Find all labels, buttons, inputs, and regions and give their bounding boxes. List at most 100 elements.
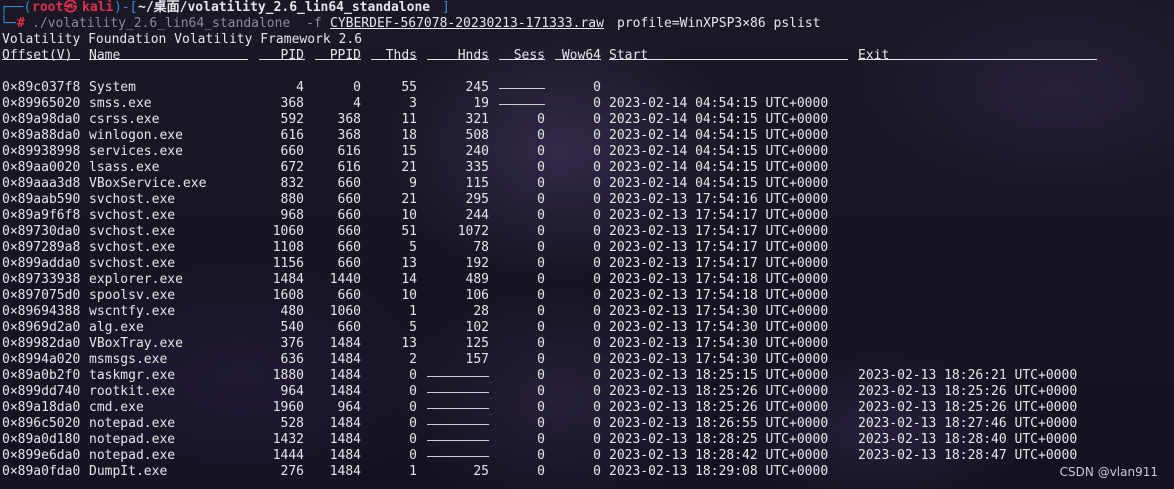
cell-thds: 0 — [409, 368, 417, 383]
header-underline — [555, 59, 601, 60]
cell-thds: 21 — [401, 160, 417, 175]
cell-ppid: 660 — [337, 192, 361, 207]
cell-hnds: 115 — [465, 176, 489, 191]
cell-hnds-empty-dash — [427, 440, 489, 441]
cell-start: 2023-02-13 18:26:55 UTC+0000 — [609, 416, 829, 431]
cell-sess-empty-dash — [499, 88, 545, 89]
cell-thds: 10 — [401, 208, 417, 223]
cell-hnds: 102 — [465, 320, 489, 335]
cell-hnds: 244 — [465, 208, 489, 223]
cell-hnds: 295 — [465, 192, 489, 207]
cell-wow64: 0 — [593, 80, 601, 95]
cell-exit: 2023-02-13 18:28:40 UTC+0000 — [858, 432, 1078, 447]
cell-sess: 0 — [537, 272, 545, 287]
cell-wow64: 0 — [593, 144, 601, 159]
header-underline — [315, 59, 361, 60]
cell-wow64: 0 — [593, 352, 601, 367]
cell-start: 2023-02-13 17:54:17 UTC+0000 — [609, 224, 829, 239]
cell-thds: 55 — [401, 80, 417, 95]
cell-ppid: 1484 — [329, 416, 361, 431]
banner-text: Volatility Foundation Volatility Framewo… — [2, 32, 363, 47]
cell-ppid: 660 — [337, 288, 361, 303]
cell-offset: 0×897075d0 — [2, 288, 81, 303]
cell-offset: 0×899adda0 — [2, 256, 81, 271]
cell-ppid: 660 — [337, 208, 361, 223]
cell-wow64: 0 — [593, 272, 601, 287]
cell-sess: 0 — [537, 240, 545, 255]
cell-hnds: 1072 — [457, 224, 489, 239]
cell-pid: 968 — [280, 208, 304, 223]
cell-thds: 0 — [409, 384, 417, 399]
cell-wow64: 0 — [593, 224, 601, 239]
cell-wow64: 0 — [593, 432, 601, 447]
command-args: profile=WinXPSP3×86 pslist — [617, 16, 821, 31]
cell-ppid: 0 — [353, 80, 361, 95]
cell-sess: 0 — [537, 128, 545, 143]
cell-wow64: 0 — [593, 336, 601, 351]
cell-ppid: 1060 — [329, 304, 361, 319]
cell-sess: 0 — [537, 224, 545, 239]
cell-sess: 0 — [537, 304, 545, 319]
cell-pid: 540 — [280, 320, 304, 335]
cell-name: System — [89, 80, 136, 95]
cell-hnds: 321 — [465, 112, 489, 127]
cell-offset: 0×89733938 — [2, 272, 81, 287]
cell-thds: 51 — [401, 224, 417, 239]
cell-start: 2023-02-13 17:54:30 UTC+0000 — [609, 336, 829, 351]
cell-hnds: 335 — [465, 160, 489, 175]
cell-exit: 2023-02-13 18:25:26 UTC+0000 — [858, 400, 1078, 415]
cell-name: csrss.exe — [89, 112, 160, 127]
cell-pid: 376 — [280, 336, 304, 351]
cell-sess: 0 — [537, 288, 545, 303]
table-row: 0×89aab590 svchost.exe 880 660 21 295 0 0 2023-0… — [0, 192, 1174, 208]
cell-ppid: 368 — [337, 128, 361, 143]
cell-sess: 0 — [537, 336, 545, 351]
cell-ppid: 1484 — [329, 448, 361, 463]
cell-pid: 480 — [280, 304, 304, 319]
cell-pid: 964 — [280, 384, 304, 399]
cell-start: 2023-02-13 17:54:17 UTC+0000 — [609, 208, 829, 223]
cell-ppid: 368 — [337, 112, 361, 127]
cell-pid: 4 — [296, 80, 304, 95]
command-line[interactable]: └─ # ./volatility_2.6_lin64_standalone -f CY… — [0, 16, 1174, 32]
cell-hnds: 125 — [465, 336, 489, 351]
header-underline — [858, 59, 1097, 60]
cell-offset: 0×89aa0020 — [2, 160, 81, 175]
cell-offset: 0×89938998 — [2, 144, 81, 159]
cell-pid: 1484 — [272, 272, 304, 287]
cell-thds: 13 — [401, 256, 417, 271]
cell-ppid: 1484 — [329, 368, 361, 383]
cell-sess: 0 — [537, 416, 545, 431]
table-row: 0×897289a8 svchost.exe 1108 660 5 78 0 0 2023-02… — [0, 240, 1174, 256]
watermark: CSDN @vlan911 — [1059, 465, 1158, 479]
cell-thds: 5 — [409, 320, 417, 335]
cell-pid: 1444 — [272, 448, 304, 463]
cell-pid: 616 — [280, 128, 304, 143]
table-row: 0×89c037f8 System 4 0 55 245 0 — [0, 80, 1174, 96]
cell-ppid: 660 — [337, 320, 361, 335]
cell-start: 2023-02-13 18:25:26 UTC+0000 — [609, 384, 829, 399]
cell-sess: 0 — [537, 256, 545, 271]
prompt-at: ㉿ — [64, 0, 78, 15]
cell-thds: 14 — [401, 272, 417, 287]
terminal-output[interactable]: ┌──(root ㉿ kali)-[~/桌面/volatility_2.6_lin6… — [0, 0, 1174, 480]
col-sess: Sess — [513, 48, 545, 63]
cell-offset: 0×89a0b2f0 — [2, 368, 81, 383]
cell-start: 2023-02-14 04:54:15 UTC+0000 — [609, 144, 829, 159]
cell-name: explorer.exe — [89, 272, 183, 287]
cell-thds: 13 — [401, 336, 417, 351]
cell-sess: 0 — [537, 112, 545, 127]
table-row: 0×89a18da0 cmd.exe 1960 964 0 0 0 2023-02-13 18… — [0, 400, 1174, 416]
cell-wow64: 0 — [593, 192, 601, 207]
cell-ppid: 660 — [337, 256, 361, 271]
cell-offset: 0×89a9f6f8 — [2, 208, 81, 223]
table-row: 0×89694388 wscntfy.exe 480 1060 1 28 0 0 2023-02… — [0, 304, 1174, 320]
cell-name: spoolsv.exe — [89, 288, 176, 303]
cell-offset: 0×89a88da0 — [2, 128, 81, 143]
cell-offset: 0×89a0d180 — [2, 432, 81, 447]
cell-ppid: 660 — [337, 224, 361, 239]
prompt-arrow: └─ — [0, 16, 16, 31]
cell-pid: 1156 — [272, 256, 304, 271]
command-flag: -f — [306, 16, 322, 31]
prompt-line: ┌──(root ㉿ kali)-[~/桌面/volatility_2.6_lin6… — [0, 0, 1174, 16]
